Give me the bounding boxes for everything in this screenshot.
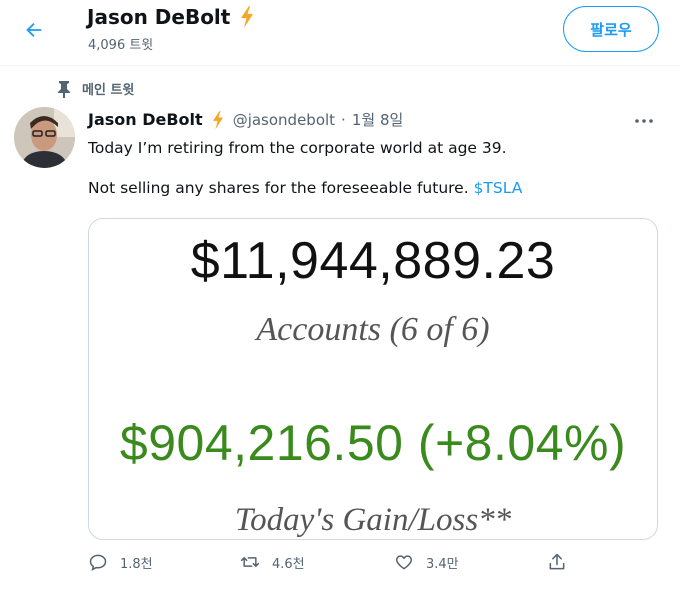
- header-title: Jason DeBolt: [87, 5, 258, 29]
- retweet-icon: [240, 557, 260, 567]
- separator-dot: ·: [341, 110, 346, 129]
- tweet-count: 4,096 트윗: [88, 38, 154, 53]
- tweet-handle[interactable]: @jasondebolt: [233, 111, 335, 129]
- reply-button[interactable]: 1.8천: [88, 552, 153, 572]
- tweet-author-name[interactable]: Jason DeBolt: [88, 110, 203, 129]
- tweet-image[interactable]: $11,944,889.23 Accounts (6 of 6) $904,21…: [88, 218, 658, 540]
- tweet-line-1: Today I’m retiring from the corporate wo…: [88, 139, 507, 157]
- accounts-label: Accounts (6 of 6): [256, 311, 490, 348]
- pinned-indicator: 메인 트윗: [56, 79, 134, 98]
- tweet-line-2-text: Not selling any shares for the foreseeab…: [88, 179, 474, 197]
- gain-loss-label: Today's Gain/Loss**: [234, 502, 512, 538]
- cashtag-link[interactable]: $TSLA: [474, 179, 523, 197]
- like-icon: [395, 555, 413, 570]
- like-count: 3.4만: [426, 556, 459, 572]
- lightning-icon: [212, 110, 223, 129]
- header-name: Jason DeBolt: [87, 5, 231, 29]
- more-button[interactable]: [634, 108, 654, 129]
- pin-icon: [58, 80, 70, 98]
- avatar[interactable]: [14, 107, 75, 168]
- back-arrow-icon: [26, 22, 42, 38]
- gain-value: $904,216.50 (+8.04%): [119, 415, 627, 471]
- tweet-line-2: Not selling any shares for the foreseeab…: [88, 178, 648, 198]
- tweet-header: Jason DeBolt @jasondebolt · 1월 8일: [88, 109, 403, 130]
- lightning-icon: [241, 6, 254, 28]
- follow-button[interactable]: 팔로우: [563, 6, 659, 52]
- retweet-button[interactable]: 4.6천: [240, 552, 305, 572]
- back-button[interactable]: [18, 14, 50, 46]
- tweet-actions: 1.8천 4.6천 3.4만: [88, 552, 578, 578]
- more-icon: [635, 119, 653, 123]
- pinned-label: 메인 트윗: [82, 83, 135, 98]
- reply-count: 1.8천: [120, 556, 153, 572]
- share-button[interactable]: [547, 552, 567, 572]
- tweet-date[interactable]: 1월 8일: [352, 109, 403, 130]
- reply-icon: [89, 554, 107, 571]
- tweet-text: Today I’m retiring from the corporate wo…: [88, 138, 648, 218]
- share-icon: [549, 553, 565, 570]
- like-button[interactable]: 3.4만: [394, 552, 459, 572]
- retweet-count: 4.6천: [272, 556, 305, 572]
- profile-header: Jason DeBolt 4,096 트윗 팔로우: [0, 0, 680, 66]
- account-total: $11,944,889.23: [190, 232, 556, 290]
